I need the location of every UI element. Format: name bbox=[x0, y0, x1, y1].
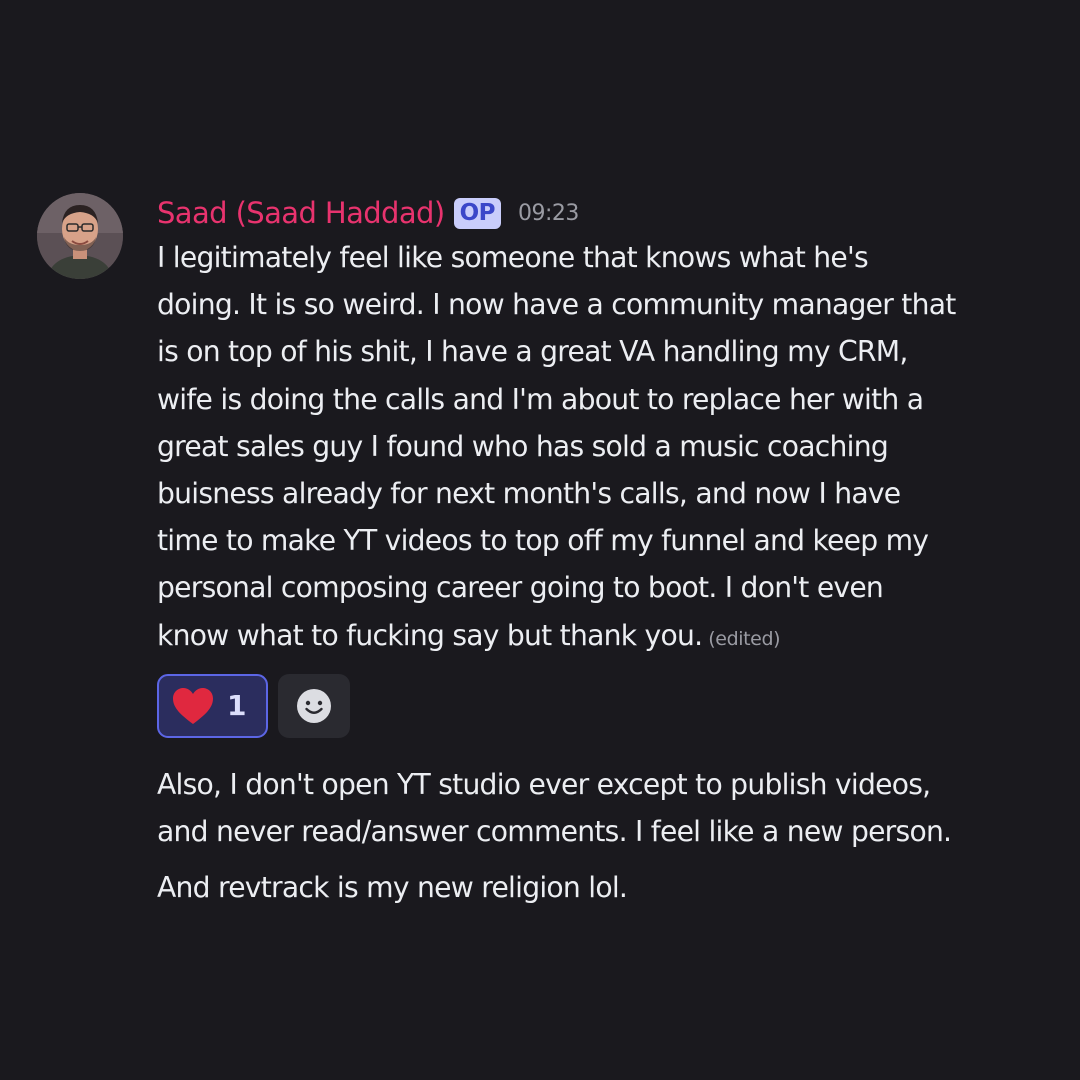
message-line: wife is doing the calls and I'm about to… bbox=[157, 382, 924, 416]
add-reaction-button[interactable] bbox=[278, 673, 350, 738]
avatar[interactable] bbox=[37, 193, 123, 279]
message-line: and never read/answer comments. I feel l… bbox=[157, 815, 952, 849]
followup-message: And revtrack is my new religion lol. bbox=[157, 864, 1037, 911]
message-group: Saad (Saad Haddad) OP 09:23 I legitimate… bbox=[157, 192, 1037, 911]
chat-view: Saad (Saad Haddad) OP 09:23 I legitimate… bbox=[0, 0, 1080, 1080]
message-header: Saad (Saad Haddad) OP 09:23 bbox=[157, 192, 1037, 234]
avatar-photo-icon bbox=[37, 193, 123, 279]
reactions-bar: 1 bbox=[157, 673, 1037, 738]
message-line: doing. It is so weird. I now have a comm… bbox=[157, 288, 956, 322]
followup-message: Also, I don't open YT studio ever except… bbox=[157, 761, 1037, 855]
smiley-icon bbox=[297, 688, 331, 723]
edited-label: (edited) bbox=[708, 627, 781, 650]
reaction-count: 1 bbox=[227, 689, 247, 723]
message-line-last: know what to fucking say but thank you.(… bbox=[157, 612, 1037, 663]
message-line: great sales guy I found who has sold a m… bbox=[157, 429, 889, 463]
message-line: And revtrack is my new religion lol. bbox=[157, 871, 628, 905]
message-line: know what to fucking say but thank you. bbox=[157, 618, 703, 652]
heart-icon bbox=[173, 687, 213, 724]
timestamp[interactable]: 09:23 bbox=[518, 201, 579, 226]
author-name[interactable]: Saad (Saad Haddad) bbox=[157, 196, 445, 230]
message-line: buisness already for next month's calls,… bbox=[157, 477, 901, 511]
message-line: personal composing career going to boot.… bbox=[157, 571, 884, 605]
message-body: I legitimately feel like someone that kn… bbox=[157, 234, 1037, 663]
message-line: I legitimately feel like someone that kn… bbox=[157, 241, 869, 274]
message-line: time to make YT videos to top off my fun… bbox=[157, 524, 929, 558]
message-line: Also, I don't open YT studio ever except… bbox=[157, 767, 931, 801]
op-badge: OP bbox=[453, 197, 501, 229]
message-line: is on top of his shit, I have a great VA… bbox=[157, 335, 908, 369]
reaction-heart[interactable]: 1 bbox=[157, 673, 268, 738]
